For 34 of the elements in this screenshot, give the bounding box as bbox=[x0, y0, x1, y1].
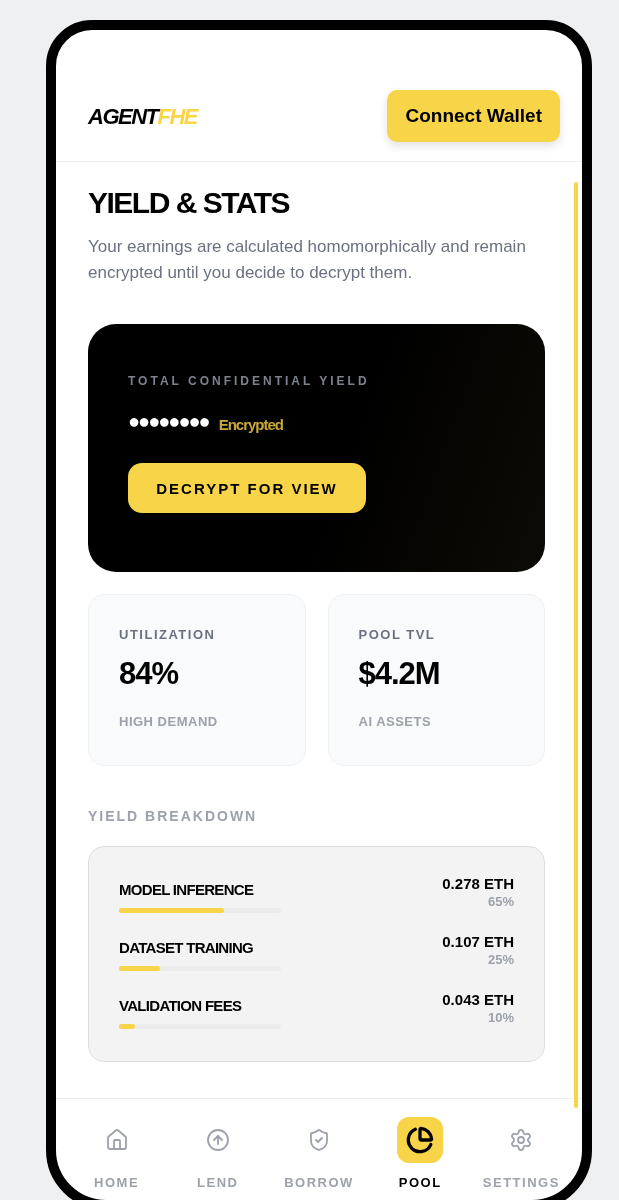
source-name: DATASET TRAINING bbox=[119, 939, 255, 956]
nav-label[interactable]: HOME bbox=[94, 1175, 140, 1190]
pie-chart-icon bbox=[406, 1126, 435, 1154]
home-icon bbox=[104, 1128, 129, 1152]
stat-label: POOL TVL bbox=[358, 627, 437, 642]
stat-caption: HIGH DEMAND bbox=[119, 714, 219, 729]
share-percent: 25% bbox=[487, 952, 514, 967]
stat-value: 84% bbox=[119, 656, 180, 692]
stat-value: $4.2M bbox=[358, 656, 441, 692]
section-title: YIELD BREAKDOWN bbox=[88, 808, 259, 824]
arrow-up-circle-icon bbox=[205, 1128, 230, 1152]
nav-label[interactable]: POOL bbox=[398, 1175, 442, 1190]
source-name: MODEL INFERENCE bbox=[119, 881, 255, 898]
settings-icon bbox=[509, 1128, 534, 1152]
page-description: Your earnings are calculated homomorphically and remain encrypted until you decide to decrypt them. bbox=[88, 236, 527, 284]
yield-amount: 0.278 ETH bbox=[442, 875, 514, 892]
nav-label[interactable]: BORROW bbox=[284, 1175, 354, 1190]
share-percent: 10% bbox=[487, 1010, 514, 1025]
nav-label[interactable]: LEND bbox=[197, 1175, 239, 1190]
connect-wallet-button[interactable]: Connect Wallet bbox=[387, 90, 560, 142]
decrypt-button[interactable]: DECRYPT FOR VIEW bbox=[128, 463, 366, 513]
page-title: YIELD & STATS bbox=[88, 186, 291, 220]
yield-amount: 0.043 ETH bbox=[442, 991, 514, 1008]
stat-label: UTILIZATION bbox=[119, 627, 217, 642]
masked-value: ●●●●●●●● bbox=[128, 410, 209, 433]
encrypted-status: Encrypted bbox=[218, 416, 283, 433]
share-percent: 65% bbox=[487, 894, 514, 909]
yield-amount: 0.107 ETH bbox=[442, 933, 514, 950]
logo: AGENTFHE bbox=[88, 104, 197, 130]
stat-caption: AI ASSETS bbox=[358, 714, 433, 729]
source-name: VALIDATION FEES bbox=[119, 997, 243, 1014]
nav-tab[interactable] bbox=[397, 1117, 444, 1163]
nav-label[interactable]: SETTINGS bbox=[482, 1175, 560, 1190]
yield-label: TOTAL CONFIDENTIAL YIELD bbox=[128, 374, 371, 388]
